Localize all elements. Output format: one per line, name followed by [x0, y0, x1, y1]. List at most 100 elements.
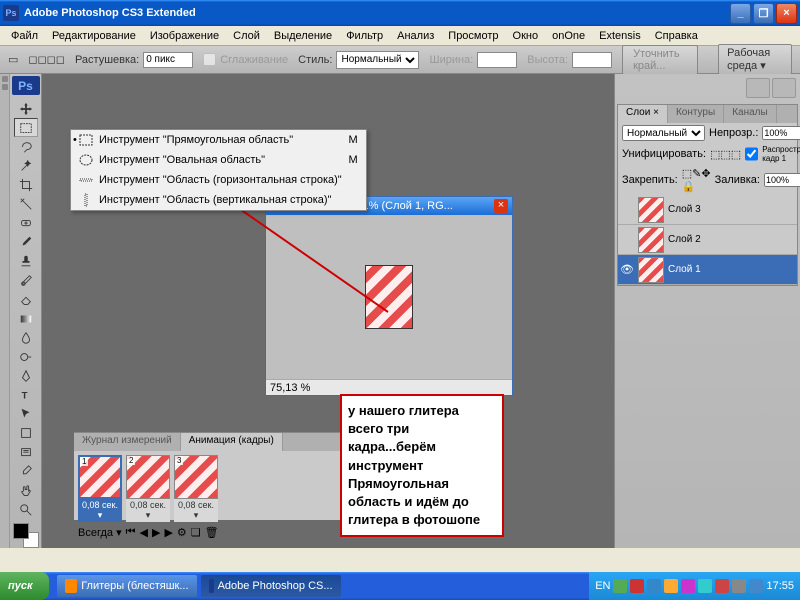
frame-delay[interactable]: 0,08 сек. ▾: [78, 499, 122, 522]
heal-tool[interactable]: [14, 214, 38, 233]
taskbar-item-browser[interactable]: Глитеры (блестяшк...: [57, 575, 197, 597]
tray-icon[interactable]: [698, 579, 712, 593]
eraser-tool[interactable]: [14, 290, 38, 309]
type-tool[interactable]: T: [14, 386, 38, 405]
layer-row-2[interactable]: Слой 2: [618, 225, 797, 255]
stamp-tool[interactable]: [14, 252, 38, 271]
document-canvas[interactable]: [266, 215, 512, 379]
flyout-row-marquee[interactable]: Инструмент "Область (горизонтальная стро…: [71, 170, 366, 190]
delete-frame-button[interactable]: 🗑: [205, 526, 219, 539]
move-tool[interactable]: [14, 99, 38, 118]
layer-name[interactable]: Слой 2: [668, 234, 701, 245]
layer-row-3[interactable]: Слой 3: [618, 195, 797, 225]
flyout-ellipse-marquee[interactable]: Инструмент "Овальная область" M: [71, 150, 366, 170]
lasso-tool[interactable]: [14, 137, 38, 156]
tab-paths[interactable]: Контуры: [668, 105, 724, 123]
shape-tool[interactable]: [14, 424, 38, 443]
frame-delay[interactable]: 0,08 сек. ▾: [174, 499, 218, 522]
foreground-color[interactable]: [13, 523, 29, 539]
frame-3[interactable]: 3 0,08 сек. ▾: [174, 455, 218, 522]
menu-image[interactable]: Изображение: [144, 28, 225, 44]
language-indicator[interactable]: EN: [595, 580, 610, 592]
maximize-button[interactable]: ❐: [753, 3, 774, 24]
color-swatches[interactable]: [13, 523, 39, 548]
layer-row-1[interactable]: 👁 Слой 1: [618, 255, 797, 285]
tray-icon[interactable]: [664, 579, 678, 593]
wand-tool[interactable]: [14, 156, 38, 175]
frame-delay[interactable]: 0,08 сек. ▾: [126, 499, 170, 522]
dodge-tool[interactable]: [14, 347, 38, 366]
prev-frame-button[interactable]: ◀: [140, 526, 148, 539]
menu-edit[interactable]: Редактирование: [46, 28, 142, 44]
gradient-tool[interactable]: [14, 309, 38, 328]
hand-tool[interactable]: [14, 481, 38, 500]
visibility-toggle[interactable]: 👁: [620, 263, 634, 276]
blend-mode-select[interactable]: Нормальный: [622, 125, 705, 141]
taskbar-item-photoshop[interactable]: Adobe Photoshop CS...: [201, 575, 341, 597]
close-button[interactable]: ×: [776, 3, 797, 24]
next-frame-button[interactable]: ▶: [164, 526, 172, 539]
tray-icon[interactable]: [732, 579, 746, 593]
propagate-checkbox[interactable]: [745, 147, 758, 161]
menu-filter[interactable]: Фильтр: [340, 28, 389, 44]
layer-thumbnail[interactable]: [638, 257, 664, 283]
layer-thumbnail[interactable]: [638, 227, 664, 253]
menu-extensis[interactable]: Extensis: [593, 28, 647, 44]
blur-tool[interactable]: [14, 328, 38, 347]
play-button[interactable]: ▶: [152, 526, 160, 539]
start-button[interactable]: пуск: [0, 572, 49, 600]
docked-panel-icons[interactable]: [615, 74, 800, 102]
tab-measurements[interactable]: Журнал измерений: [74, 433, 181, 451]
loop-select[interactable]: Всегда ▾: [78, 526, 122, 539]
menu-analysis[interactable]: Анализ: [391, 28, 440, 44]
notes-tool[interactable]: [14, 443, 38, 462]
layer-thumbnail[interactable]: [638, 197, 664, 223]
opacity-input[interactable]: [762, 126, 800, 140]
frame-1[interactable]: 1 0,08 сек. ▾: [78, 455, 122, 522]
fill-input[interactable]: [764, 173, 800, 187]
canvas-image[interactable]: [365, 265, 413, 329]
menu-file[interactable]: Файл: [5, 28, 44, 44]
tray-icon[interactable]: [749, 579, 763, 593]
tab-layers[interactable]: Слои ×: [618, 105, 668, 123]
marquee-tool[interactable]: [14, 118, 38, 137]
crop-tool[interactable]: [14, 175, 38, 194]
frame-2[interactable]: 2 0,08 сек. ▾: [126, 455, 170, 522]
style-select[interactable]: Нормальный: [336, 51, 419, 69]
flyout-rect-marquee[interactable]: Инструмент "Прямоугольная область" M: [71, 130, 366, 150]
eyedropper-tool[interactable]: [14, 462, 38, 481]
new-frame-button[interactable]: ❏: [191, 526, 201, 539]
menu-layer[interactable]: Слой: [227, 28, 266, 44]
tab-animation[interactable]: Анимация (кадры): [181, 433, 283, 451]
tray-icon[interactable]: [647, 579, 661, 593]
menu-onone[interactable]: onOne: [546, 28, 591, 44]
slice-tool[interactable]: [14, 195, 38, 214]
lock-icons[interactable]: ⬚✎✥🔒: [682, 167, 711, 193]
unify-icons[interactable]: ⬚⬚⬚: [710, 148, 741, 161]
zoom-tool[interactable]: [14, 500, 38, 519]
tab-channels[interactable]: Каналы: [724, 105, 777, 123]
menu-help[interactable]: Справка: [649, 28, 704, 44]
workspace-button[interactable]: Рабочая среда ▾: [718, 44, 792, 75]
zoom-level[interactable]: 75,13 %: [270, 382, 310, 394]
selection-mode-icons[interactable]: ◻◻◻◻: [28, 53, 65, 66]
clock[interactable]: 17:55: [766, 580, 794, 592]
brush-tool[interactable]: [14, 233, 38, 252]
history-brush-tool[interactable]: [14, 271, 38, 290]
layer-name[interactable]: Слой 1: [668, 264, 701, 275]
layer-name[interactable]: Слой 3: [668, 204, 701, 215]
menu-select[interactable]: Выделение: [268, 28, 338, 44]
tray-icon[interactable]: [613, 579, 627, 593]
tray-icon[interactable]: [630, 579, 644, 593]
tween-button[interactable]: ⚙: [177, 526, 187, 539]
tray-icon[interactable]: [715, 579, 729, 593]
document-window[interactable]: Безимени-3 @ 75,1% (Слой 1, RG... × 75,1…: [265, 196, 513, 396]
path-select-tool[interactable]: [14, 405, 38, 424]
first-frame-button[interactable]: ⏮: [126, 526, 136, 539]
feather-input[interactable]: [143, 52, 193, 68]
menu-window[interactable]: Окно: [507, 28, 545, 44]
flyout-col-marquee[interactable]: Инструмент "Область (вертикальная строка…: [71, 190, 366, 210]
tray-icon[interactable]: [681, 579, 695, 593]
minimize-button[interactable]: _: [730, 3, 751, 24]
menu-view[interactable]: Просмотр: [442, 28, 504, 44]
